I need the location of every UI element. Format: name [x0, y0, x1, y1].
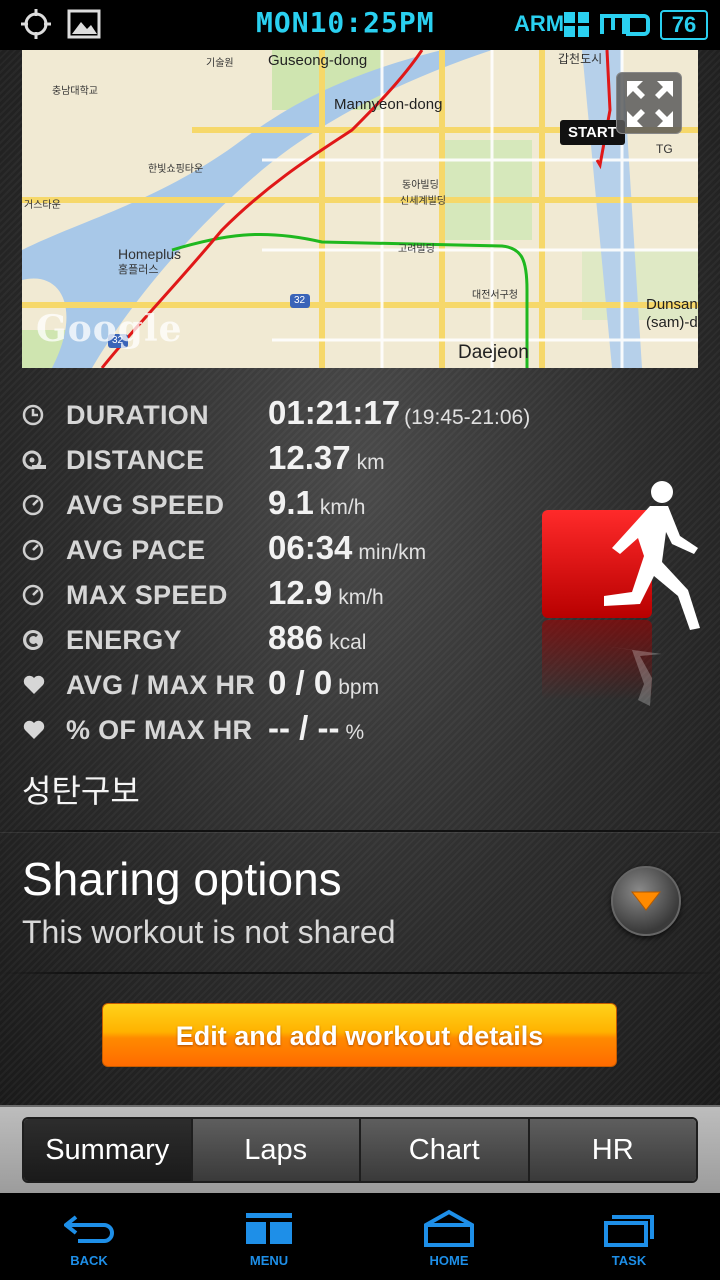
- map-label: 기술원: [206, 58, 234, 69]
- md-icon: [600, 12, 650, 43]
- arm-indicator: ARM: [514, 11, 565, 36]
- map-label: 홈플러스: [118, 264, 159, 276]
- stat-value: 0 / 0 bpm: [268, 664, 380, 701]
- task-icon: [604, 1215, 654, 1247]
- expand-map-button[interactable]: [616, 72, 682, 134]
- map-label: TG: [656, 142, 673, 156]
- map-label: 신세계빌딩: [400, 196, 446, 207]
- stat-label: ENERGY: [66, 625, 182, 655]
- road-number: 32: [294, 295, 306, 306]
- divider: [0, 832, 720, 833]
- map-label: 갑천도시: [558, 52, 603, 66]
- stat-row-max-speed: MAX SPEED 12.9 km/h: [20, 572, 540, 617]
- workout-name[interactable]: 성탄구보: [22, 766, 140, 812]
- battery-level: 76: [660, 10, 708, 40]
- map-label: Guseong-dong: [268, 52, 368, 69]
- back-icon: [64, 1215, 114, 1243]
- tab-summary[interactable]: Summary: [24, 1119, 193, 1181]
- map-label: 대전서구청: [472, 290, 518, 301]
- stat-value: 01:21:17 (19:45-21:06): [268, 394, 531, 431]
- back-button[interactable]: BACK: [44, 1205, 134, 1273]
- task-button[interactable]: TASK: [584, 1205, 674, 1273]
- task-label: TASK: [611, 1253, 647, 1268]
- edit-workout-button[interactable]: Edit and add workout details: [102, 1003, 617, 1067]
- stat-value: 12.37 km: [268, 439, 385, 476]
- tab-chart[interactable]: Chart: [361, 1119, 530, 1181]
- stat-value: 9.1 km/h: [268, 484, 366, 521]
- route-map[interactable]: Guseong-dong Mannyeon-dong Homeplus 홈플러스…: [22, 50, 698, 368]
- tab-laps[interactable]: Laps: [192, 1119, 361, 1181]
- tab-hr[interactable]: HR: [529, 1119, 696, 1181]
- map-label: 거스타운: [24, 200, 61, 211]
- map-label: 충남대학교: [52, 86, 98, 97]
- tabs: Summary Laps Chart HR: [22, 1117, 698, 1183]
- google-logo: Google: [36, 308, 183, 350]
- workout-stats: DURATION 01:21:17 (19:45-21:06) DISTANCE …: [20, 392, 540, 752]
- stat-label: AVG SPEED: [66, 490, 225, 520]
- home-icon: [424, 1209, 474, 1247]
- stat-row-distance: DISTANCE 12.37 km: [20, 437, 540, 482]
- menu-label: MENU: [249, 1253, 289, 1268]
- stat-label: % OF MAX HR: [66, 715, 253, 745]
- image-icon: [67, 8, 101, 45]
- expand-icon: [627, 81, 673, 127]
- stat-label: AVG / MAX HR: [66, 670, 256, 700]
- stat-row-max-hr-percent: % OF MAX HR -- / --%: [20, 707, 540, 752]
- clock-time: MON10:25PM: [256, 6, 435, 39]
- stat-label: AVG PACE: [66, 535, 206, 565]
- tab-bar: Summary Laps Chart HR: [0, 1105, 720, 1193]
- gps-icon: [20, 8, 52, 45]
- system-nav-bar: BACK MENU HOME TASK: [0, 1193, 720, 1280]
- map-label: 한빛쇼핑타운: [148, 164, 204, 175]
- stat-value: -- / --%: [268, 709, 365, 746]
- status-bar: MON10:25PM ARM 76: [0, 0, 720, 50]
- stat-row-avg-pace: AVG PACE 06:34 min/km: [20, 527, 540, 572]
- heart-icon: [22, 674, 45, 696]
- stat-time-range: (19:45-21:06): [404, 406, 531, 429]
- grid-icon: [564, 12, 590, 43]
- energy-icon: [22, 629, 44, 651]
- stat-value: 886 kcal: [268, 619, 367, 656]
- stat-row-hr: AVG / MAX HR 0 / 0 bpm: [20, 662, 540, 707]
- map-label: 동아빌딩: [402, 180, 439, 191]
- chevron-down-icon: [630, 891, 662, 911]
- speedometer-icon: [22, 494, 44, 516]
- map-label: 고려빌딩: [398, 244, 435, 255]
- sharing-expand-button[interactable]: [611, 866, 681, 936]
- stat-label: DURATION: [66, 400, 209, 430]
- heart-icon: [22, 719, 45, 741]
- divider: [0, 972, 720, 974]
- map-label: Daejeon: [458, 342, 529, 363]
- distance-icon: [22, 449, 46, 471]
- stat-value: 12.9 km/h: [268, 574, 384, 611]
- stat-row-duration: DURATION 01:21:17 (19:45-21:06): [20, 392, 540, 437]
- stat-row-energy: ENERGY 886 kcal: [20, 617, 540, 662]
- speedometer-icon: [22, 539, 44, 561]
- map-label: Mannyeon-dong: [334, 96, 443, 113]
- sharing-title: Sharing options: [22, 853, 342, 905]
- menu-button[interactable]: MENU: [224, 1205, 314, 1273]
- stat-value: 06:34 min/km: [268, 529, 427, 566]
- home-label: HOME: [429, 1253, 469, 1268]
- stat-row-avg-speed: AVG SPEED 9.1 km/h: [20, 482, 540, 527]
- sharing-status: This workout is not shared: [22, 914, 396, 950]
- map-label: Homeplus: [118, 246, 182, 262]
- menu-icon: [246, 1213, 292, 1244]
- map-label: (sam)-do: [646, 314, 698, 331]
- back-label: BACK: [70, 1253, 108, 1268]
- stat-label: MAX SPEED: [66, 580, 228, 610]
- running-activity-icon[interactable]: [540, 478, 710, 708]
- speedometer-icon: [22, 584, 44, 606]
- clock-icon: [22, 404, 44, 426]
- home-button[interactable]: HOME: [404, 1205, 494, 1273]
- stat-label: DISTANCE: [66, 445, 205, 475]
- map-label: Dunsan: [646, 296, 698, 313]
